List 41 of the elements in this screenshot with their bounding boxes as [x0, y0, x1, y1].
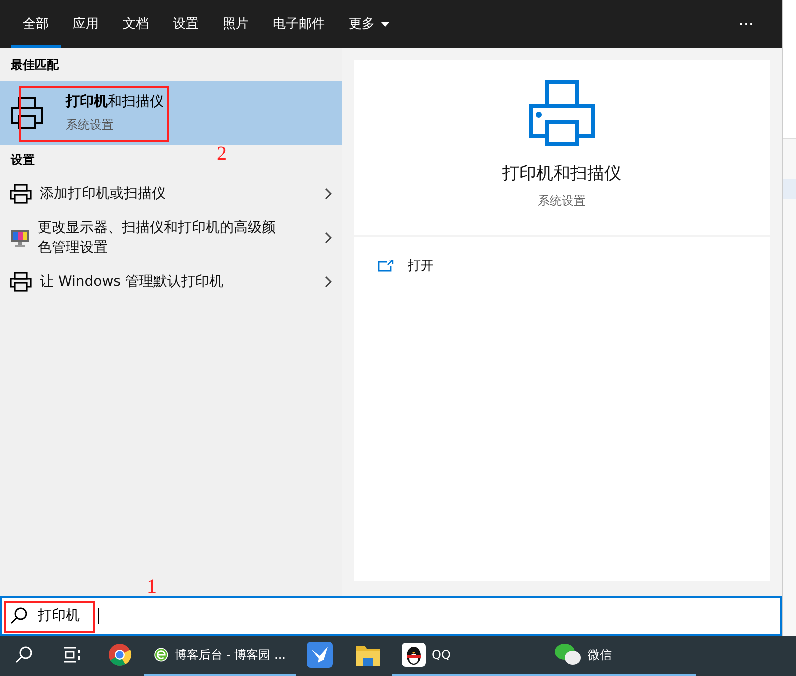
open-action[interactable]: 打开 — [378, 257, 434, 275]
printer-icon — [10, 96, 44, 130]
more-menu-button[interactable]: ··· — [710, 0, 782, 48]
preview-subtitle: 系统设置 — [538, 193, 586, 210]
result-subtitle: 系统设置 — [66, 116, 115, 134]
chrome-icon — [108, 643, 132, 667]
result-title: 打印机和扫描仪 — [66, 92, 164, 110]
penguin-icon — [402, 643, 426, 667]
filter-tab[interactable]: 文档 — [111, 0, 161, 48]
chevron-icon — [325, 276, 332, 288]
printer-icon — [10, 272, 32, 292]
filter-tab[interactable]: 应用 — [61, 0, 111, 48]
open-icon — [378, 260, 394, 272]
filter-tab[interactable]: 照片 — [211, 0, 261, 48]
printer-icon — [10, 184, 32, 204]
printer-icon — [529, 80, 595, 146]
settings-result[interactable]: 让 Windows 管理默认打印机 — [0, 264, 342, 300]
chat-bubbles-icon — [554, 643, 582, 667]
folder-icon — [355, 643, 381, 667]
annotation-number: 1 — [147, 577, 157, 597]
preview-title: 打印机和扫描仪 — [502, 163, 622, 185]
best-match-item[interactable]: 打印机和扫描仪 系统设置 — [0, 81, 342, 145]
settings-result[interactable]: 更改显示器、扫描仪和打印机的高级颜色管理设置 — [0, 212, 342, 264]
chevron-icon — [325, 188, 332, 200]
task-view-icon — [63, 647, 81, 663]
filter-tab[interactable]: 电子邮件 — [261, 0, 337, 48]
chevron-icon — [325, 232, 332, 244]
search-icon — [10, 607, 28, 625]
taskbar-button[interactable]: QQ — [392, 636, 544, 676]
search-box[interactable]: 打印机 — [0, 596, 782, 636]
search-icon — [15, 646, 33, 664]
taskbar-button[interactable]: 博客后台 - 博客园 ... — [144, 636, 296, 676]
bird-icon — [307, 642, 333, 668]
taskbar-button[interactable]: 微信 — [544, 636, 696, 676]
monitor-icon — [10, 228, 30, 248]
settings-result[interactable]: 添加打印机或扫描仪 — [0, 176, 342, 212]
section-heading: 最佳匹配 — [10, 57, 60, 74]
filter-tab[interactable]: 更多 — [337, 0, 402, 48]
filter-tab[interactable]: 设置 — [161, 0, 211, 48]
section-heading: 设置 — [10, 152, 36, 169]
annotation-number: 2 — [217, 144, 227, 164]
